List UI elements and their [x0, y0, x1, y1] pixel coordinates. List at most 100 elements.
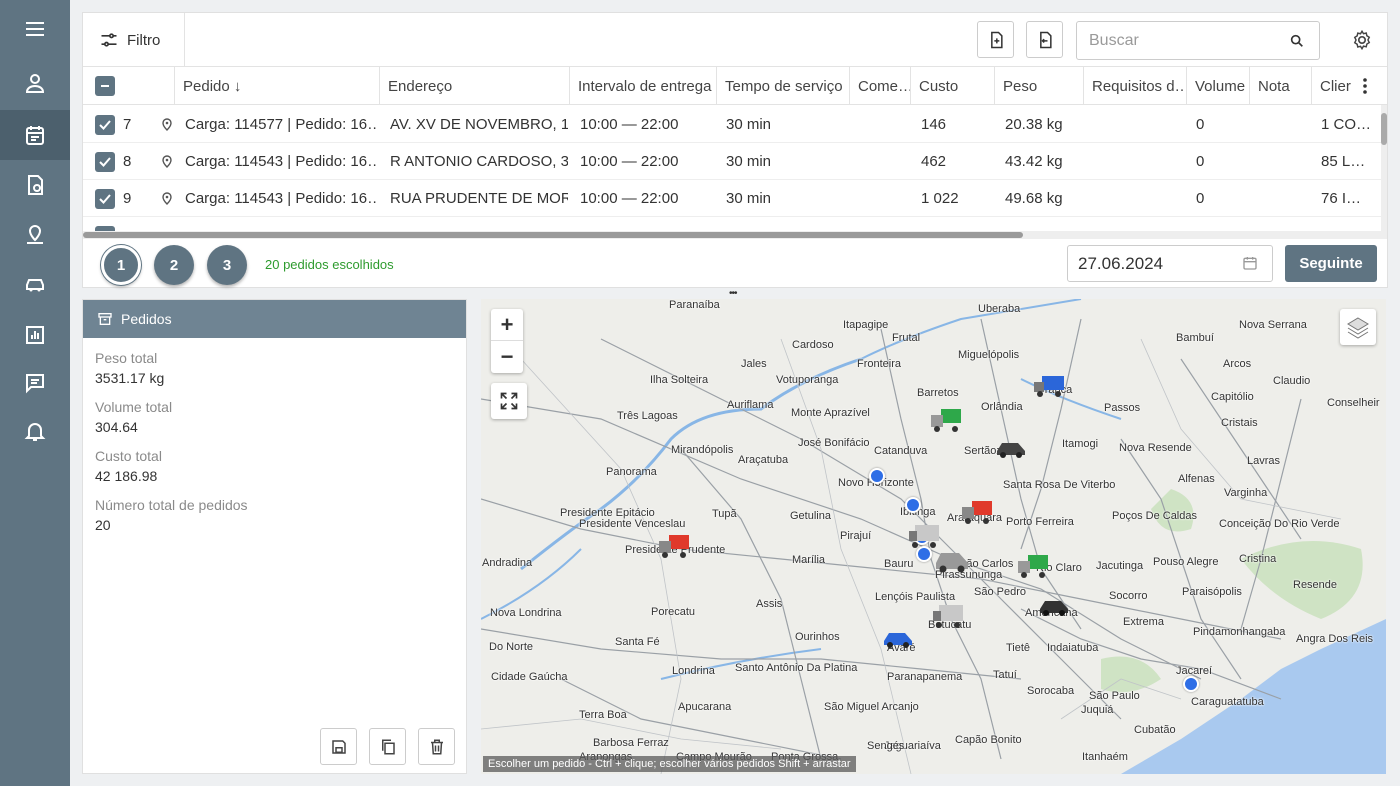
city-label: Do Norte: [489, 641, 534, 653]
toolbar: Filtro: [83, 13, 1387, 67]
city-label: Jales: [741, 358, 767, 370]
col-pedido[interactable]: Pedido ↓: [174, 67, 379, 105]
table-row-partial[interactable]: [83, 218, 1383, 231]
truck-icon[interactable]: [1032, 374, 1066, 398]
sidebar-item-planning[interactable]: [0, 110, 70, 160]
orders-header: Pedidos: [83, 300, 466, 338]
copy-button[interactable]: [369, 728, 406, 765]
truck-icon[interactable]: [929, 407, 963, 433]
stat-value: 3531.17 kg: [95, 370, 165, 386]
cell-endereco: AV. XV DE NOVEMBRO, 1…: [390, 116, 568, 133]
zoom-out-button[interactable]: −: [491, 341, 523, 373]
menu-button[interactable]: [0, 4, 70, 54]
cell-volume: 0: [1196, 190, 1205, 207]
city-label: Frutal: [892, 332, 921, 344]
city-label: Angra Dos Reis: [1296, 633, 1374, 645]
city-label: Getulina: [790, 510, 831, 522]
car-icon[interactable]: [881, 627, 915, 649]
sidebar-item-notifications[interactable]: [0, 406, 70, 456]
city-label: Nova Serrana: [1239, 319, 1307, 331]
row-checkbox[interactable]: [95, 188, 115, 209]
col-requisitos[interactable]: Requisitos d…: [1083, 67, 1186, 105]
truck-icon[interactable]: [931, 603, 965, 629]
select-all-cell[interactable]: [83, 67, 174, 105]
col-custo[interactable]: Custo: [910, 67, 994, 105]
sidebar-item-profile[interactable]: [0, 58, 70, 108]
city-label: Alfenas: [1178, 473, 1215, 485]
search-input[interactable]: [1089, 31, 1269, 50]
truck-icon[interactable]: [960, 499, 994, 525]
column-menu-icon[interactable]: [1359, 77, 1371, 95]
cell-tempo: 30 min: [726, 153, 772, 170]
file-export-icon: [1039, 31, 1052, 48]
date-picker[interactable]: 27.06.2024: [1067, 245, 1273, 282]
horizontal-scrollbar[interactable]: [83, 231, 1383, 239]
order-pin[interactable]: [869, 468, 885, 484]
sidebar-item-locations[interactable]: [0, 210, 70, 260]
map-pin-icon: [27, 224, 43, 244]
city-label: São Pedro: [974, 586, 1026, 598]
col-nota[interactable]: Nota: [1249, 67, 1311, 105]
car-icon[interactable]: [994, 437, 1028, 459]
fullscreen-button[interactable]: [491, 383, 527, 419]
hamburger-icon: [26, 22, 44, 36]
sidebar-item-reports[interactable]: [0, 310, 70, 360]
car-icon[interactable]: [1037, 595, 1071, 617]
zoom-in-button[interactable]: +: [491, 309, 523, 341]
col-endereco[interactable]: Endereço: [379, 67, 569, 105]
cell-peso: 20.38 kg: [1005, 116, 1063, 133]
delete-button[interactable]: [418, 728, 455, 765]
sidebar-item-routes[interactable]: [0, 160, 70, 210]
order-pin[interactable]: [1183, 676, 1199, 692]
city-label: Lençóis Paulista: [875, 591, 956, 603]
city-label: Caraguatatuba: [1191, 696, 1264, 708]
row-checkbox[interactable]: [95, 114, 115, 135]
sidebar-item-vehicles[interactable]: [0, 260, 70, 310]
city-label: Ourinhos: [795, 631, 840, 643]
step-2-button[interactable]: 2: [154, 245, 194, 285]
city-label: Varginha: [1224, 487, 1268, 499]
cell-custo: 146: [921, 116, 947, 133]
expand-icon: [500, 392, 518, 410]
layers-button[interactable]: [1340, 309, 1376, 345]
search-field[interactable]: [1076, 21, 1320, 60]
city-label: Arcos: [1223, 358, 1252, 370]
table-row[interactable]: 8 Carga: 114543 | Pedido: 16… R ANTONIO …: [83, 143, 1383, 180]
order-pin[interactable]: [905, 497, 921, 513]
col-volume[interactable]: Volume: [1186, 67, 1249, 105]
select-all-checkbox[interactable]: [95, 76, 115, 96]
vertical-scrollbar[interactable]: [1381, 105, 1387, 239]
city-label: São Miguel Arcanjo: [824, 701, 919, 713]
filter-button[interactable]: Filtro: [83, 13, 185, 67]
row-checkbox[interactable]: [95, 151, 115, 172]
car-icon[interactable]: [933, 545, 971, 575]
col-peso[interactable]: Peso: [994, 67, 1083, 105]
map-view[interactable]: Paranaíba Itapagipe Uberaba Nova Serrana…: [481, 299, 1386, 774]
cell-peso: 49.68 kg: [1005, 190, 1063, 207]
table-header: Pedido ↓ Endereço Intervalo de entrega T…: [83, 67, 1387, 105]
city-label: Paranaíba: [669, 299, 720, 311]
date-value: 27.06.2024: [1078, 253, 1164, 273]
step-1-button[interactable]: 1: [101, 245, 141, 285]
truck-icon[interactable]: [1016, 553, 1050, 579]
sidebar-item-messages[interactable]: [0, 358, 70, 408]
bell-icon: [24, 423, 46, 441]
city-label: Sengés: [867, 740, 905, 752]
col-tempo[interactable]: Tempo de serviço: [716, 67, 849, 105]
city-label: Cubatão: [1134, 724, 1176, 736]
col-comentario[interactable]: Come…: [849, 67, 910, 105]
export-button[interactable]: [1026, 21, 1063, 58]
step-3-button[interactable]: 3: [207, 245, 247, 285]
table-row[interactable]: 7 Carga: 114577 | Pedido: 16… AV. XV DE …: [83, 106, 1383, 143]
resize-handle[interactable]: •••: [729, 288, 737, 299]
col-cliente[interactable]: Clier: [1311, 67, 1359, 105]
save-button[interactable]: [320, 728, 357, 765]
table-row[interactable]: 9 Carga: 114543 | Pedido: 16… RUA PRUDEN…: [83, 180, 1383, 217]
next-button[interactable]: Seguinte: [1285, 245, 1377, 282]
stat-total-pedidos: Número total de pedidos 20: [95, 497, 248, 533]
import-button[interactable]: [977, 21, 1014, 58]
city-label: Apucarana: [678, 701, 732, 713]
truck-icon[interactable]: [657, 533, 691, 559]
col-intervalo[interactable]: Intervalo de entrega: [569, 67, 716, 105]
gear-icon[interactable]: [1351, 29, 1373, 51]
